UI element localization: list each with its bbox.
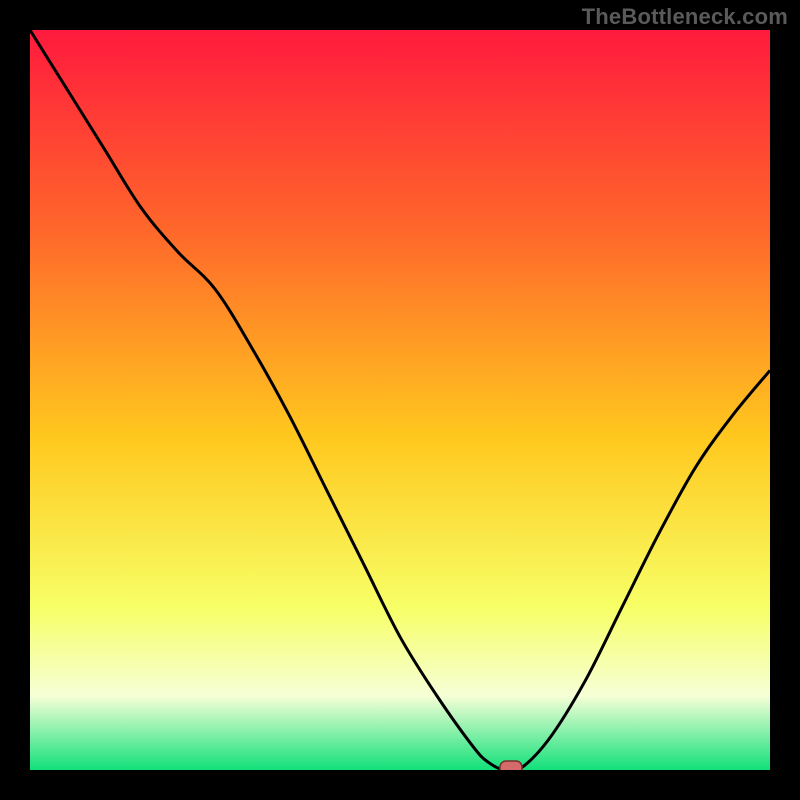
chart-frame: TheBottleneck.com bbox=[0, 0, 800, 800]
chart-svg bbox=[30, 30, 770, 770]
gradient-background bbox=[30, 30, 770, 770]
plot-area bbox=[30, 30, 770, 770]
optimal-marker bbox=[500, 761, 522, 770]
watermark-text: TheBottleneck.com bbox=[582, 4, 788, 30]
